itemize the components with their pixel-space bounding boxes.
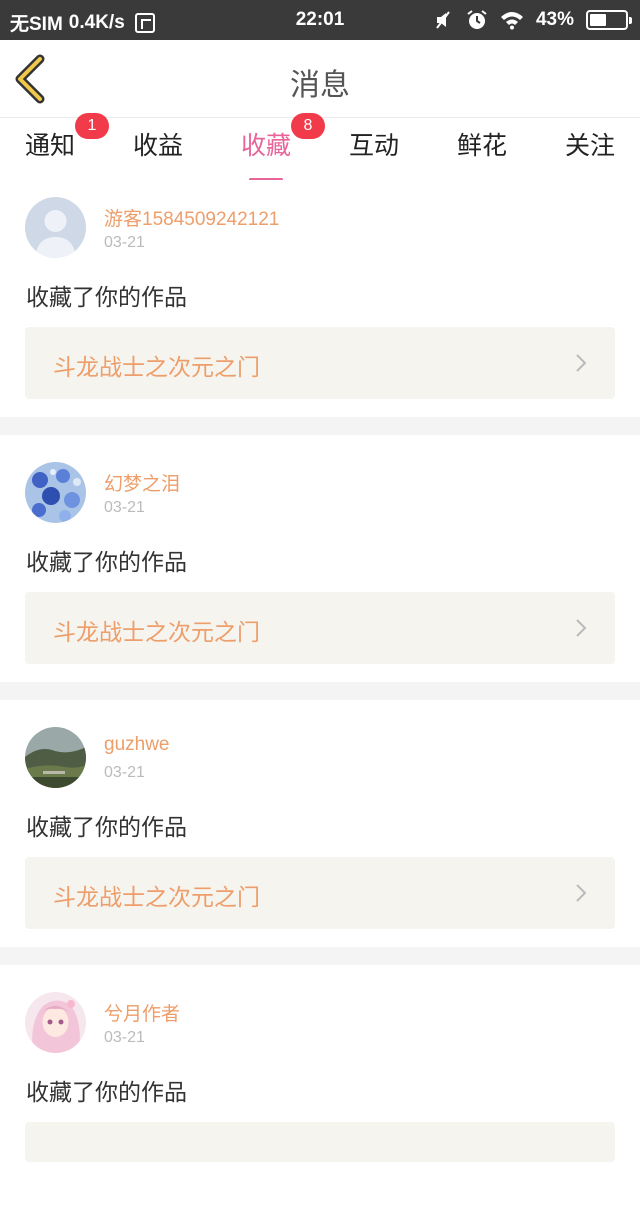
username[interactable]: 幻梦之泪 [104, 469, 180, 496]
battery-percent: 43% [535, 9, 574, 30]
anime-girl-avatar-icon [25, 992, 86, 1053]
work-title: 斗龙战士之次元之门 [53, 620, 260, 646]
mute-icon [436, 11, 450, 29]
work-link[interactable]: 斗龙战士之次元之门 [25, 327, 615, 399]
blue-flowers-avatar-icon [25, 462, 86, 523]
list-item: guzhwe 03-21 收藏了你的作品 斗龙战士之次元之门 [0, 700, 640, 965]
page-title: 消息 [290, 68, 350, 103]
timestamp: 03-21 [104, 234, 145, 251]
tab-label: 收藏 [240, 131, 291, 160]
chevron-right-icon [576, 354, 587, 372]
timestamp: 03-21 [104, 1029, 145, 1046]
default-user-avatar-icon [25, 197, 86, 258]
tab-label: 互动 [348, 131, 399, 160]
chevron-right-icon [576, 884, 587, 902]
tab-bar: 通知 1 收益 收藏 8 互动 鲜花 关注 [0, 113, 640, 181]
navigation-bar: 消息 [0, 40, 640, 118]
list-item: 游客1584509242121 03-21 收藏了你的作品 斗龙战士之次元之门 [0, 180, 640, 435]
wifi-icon [500, 12, 523, 30]
list-item: 幻梦之泪 03-21 收藏了你的作品 斗龙战士之次元之门 [0, 435, 640, 700]
action-text: 收藏了你的作品 [26, 550, 187, 576]
work-title: 斗龙战士之次元之门 [53, 355, 260, 381]
chevron-right-icon [576, 619, 587, 637]
status-bar: 无SIM 0.4K/s 22:01 43% [0, 0, 640, 40]
tab-notifications[interactable]: 通知 1 [0, 113, 109, 164]
avatar[interactable] [25, 727, 86, 788]
tab-interactions[interactable]: 互动 [320, 128, 428, 164]
landscape-avatar-icon [25, 727, 86, 788]
tab-follows[interactable]: 关注 [536, 128, 640, 164]
timestamp: 03-21 [104, 764, 145, 781]
work-link[interactable]: 斗龙战士之次元之门 [25, 592, 615, 664]
alarm-icon [467, 10, 487, 29]
tab-label: 收益 [132, 131, 183, 160]
avatar[interactable] [25, 462, 86, 523]
avatar[interactable] [25, 197, 86, 258]
tab-label: 关注 [564, 131, 615, 160]
work-link[interactable] [25, 1122, 615, 1162]
tab-favorites[interactable]: 收藏 8 [212, 113, 325, 181]
action-text: 收藏了你的作品 [26, 285, 187, 311]
work-title: 斗龙战士之次元之门 [53, 885, 260, 911]
message-list: 游客1584509242121 03-21 收藏了你的作品 斗龙战士之次元之门 [0, 180, 640, 1162]
tab-flowers[interactable]: 鲜花 [428, 128, 536, 164]
action-text: 收藏了你的作品 [26, 815, 187, 841]
action-text: 收藏了你的作品 [26, 1080, 187, 1106]
divider [0, 682, 640, 700]
divider [0, 417, 640, 435]
tab-earnings[interactable]: 收益 [104, 128, 212, 164]
tab-label: 通知 [24, 131, 75, 160]
work-link[interactable]: 斗龙战士之次元之门 [25, 857, 615, 929]
avatar[interactable] [25, 992, 86, 1053]
list-item: 兮月作者 03-21 收藏了你的作品 [0, 965, 640, 1162]
divider [0, 947, 640, 965]
username[interactable]: 游客1584509242121 [104, 204, 279, 231]
timestamp: 03-21 [104, 499, 145, 516]
tab-label: 鲜花 [456, 131, 507, 160]
battery-icon [586, 10, 632, 30]
username[interactable]: 兮月作者 [104, 999, 180, 1026]
username[interactable]: guzhwe [104, 734, 170, 756]
